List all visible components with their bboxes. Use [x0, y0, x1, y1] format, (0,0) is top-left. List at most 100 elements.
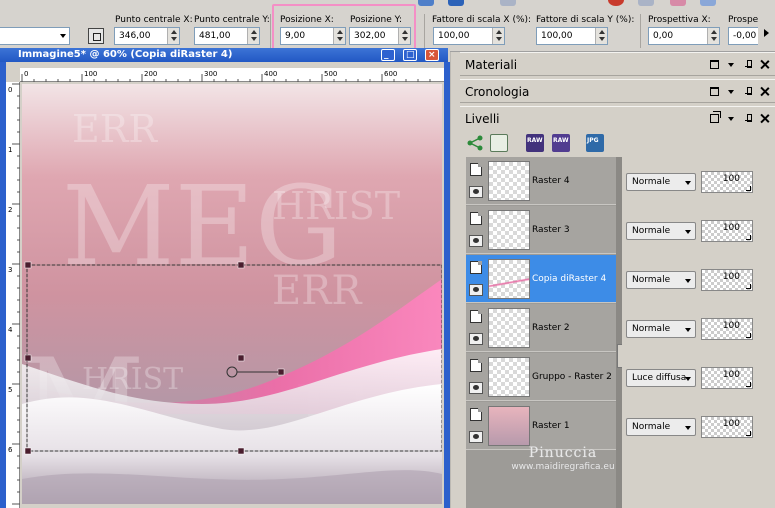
layer-type-icon	[470, 163, 482, 176]
materials-palette-header[interactable]: Materiali	[460, 52, 775, 76]
watermark-name: Pinuccia	[528, 445, 598, 461]
layer-row-selected[interactable]: Copia diRaster 4	[466, 255, 616, 303]
blend-mode-dropdown[interactable]: Normale	[626, 320, 696, 338]
eye-icon[interactable]	[469, 333, 483, 345]
close-icon[interactable]	[760, 87, 769, 96]
share-icon[interactable]	[466, 134, 484, 152]
resize-handle[interactable]	[24, 354, 32, 362]
spin-buttons[interactable]	[595, 28, 607, 44]
resize-handle[interactable]	[24, 447, 32, 455]
pin-icon[interactable]	[744, 60, 753, 69]
center-y-field[interactable]: 481,00	[194, 27, 260, 45]
opacity-field[interactable]: 100	[701, 220, 753, 242]
blend-mode-value: Normale	[632, 177, 671, 187]
layer-props-row: Normale 100	[622, 255, 775, 304]
horizontal-ruler[interactable]: 0 100 200 300 400 500 600	[20, 68, 444, 82]
layer-row[interactable]: Raster 2	[466, 304, 616, 352]
eye-icon[interactable]	[469, 186, 483, 198]
layer-row[interactable]: Gruppo - Raster 2	[466, 353, 616, 401]
anchor-icon[interactable]	[88, 28, 104, 44]
tool-icon[interactable]	[670, 0, 686, 6]
layers-palette-header[interactable]: Livelli	[460, 106, 775, 130]
eye-icon[interactable]	[469, 382, 483, 394]
history-palette-header[interactable]: Cronologia	[460, 79, 775, 103]
resize-handle[interactable]	[237, 261, 245, 269]
center-x-field[interactable]: 346,00	[114, 27, 180, 45]
jpg-icon[interactable]: JPG	[586, 134, 604, 152]
tool-icon[interactable]	[500, 0, 516, 6]
close-button[interactable]: ×	[425, 49, 439, 61]
layer-thumbnail	[488, 161, 530, 201]
chevron-down-icon	[60, 34, 66, 38]
layer-row[interactable]: Raster 1	[466, 402, 616, 450]
chevron-down-icon	[685, 426, 691, 430]
tool-icon[interactable]	[608, 0, 624, 6]
layer-mask-icon[interactable]	[490, 134, 508, 152]
pin-icon[interactable]	[744, 114, 753, 123]
maximize-icon: □	[406, 50, 415, 60]
scale-x-field[interactable]: 100,00	[433, 27, 505, 45]
eye-icon[interactable]	[469, 235, 483, 247]
minimize-button[interactable]: _	[381, 49, 395, 61]
opacity-field[interactable]: 100	[701, 269, 753, 291]
tool-icon[interactable]	[418, 0, 434, 6]
layer-toolbar: RAW RAW JPG	[460, 130, 775, 156]
raw-jpg-icon[interactable]: RAW	[526, 134, 544, 152]
blend-mode-dropdown[interactable]: Normale	[626, 271, 696, 289]
chevron-down-icon[interactable]	[728, 63, 734, 67]
chevron-right-icon[interactable]	[764, 29, 769, 37]
restore-icon[interactable]	[710, 111, 721, 123]
psp-workspace: { "toolbar": { "center_x_label": "Punto …	[0, 0, 775, 508]
spin-buttons[interactable]	[707, 28, 719, 44]
close-icon[interactable]	[760, 114, 769, 123]
tool-icon[interactable]	[700, 0, 716, 6]
blend-mode-dropdown[interactable]: Luce diffusa	[626, 369, 696, 387]
pin-icon[interactable]	[744, 87, 753, 96]
maximize-button[interactable]: □	[403, 49, 417, 61]
layer-row[interactable]: Raster 4	[466, 157, 616, 205]
maximize-icon[interactable]	[710, 87, 719, 96]
center-handle[interactable]	[237, 354, 245, 362]
preset-dropdown[interactable]	[0, 27, 70, 45]
watermark-site: www.maidiregrafica.eu	[511, 462, 615, 472]
layer-type-icon	[470, 359, 482, 372]
raw-jpg-label: RAW	[527, 137, 543, 144]
scale-y-label: Fattore di scala Y (%):	[536, 15, 635, 25]
close-icon[interactable]	[760, 60, 769, 69]
layer-props-row: Normale 100	[622, 402, 775, 451]
opacity-field[interactable]: 100	[701, 416, 753, 438]
chevron-down-icon	[685, 279, 691, 283]
ruler-ticks: 0 1 2 3 4 5 6	[8, 83, 20, 505]
opacity-value: 100	[722, 419, 740, 429]
perspective-y-field[interactable]: -0,00	[728, 27, 758, 45]
spin-buttons[interactable]	[167, 28, 179, 44]
raw-icon[interactable]: RAW	[552, 134, 570, 152]
resize-handle[interactable]	[24, 261, 32, 269]
palette-splitter[interactable]	[450, 52, 460, 508]
blend-mode-dropdown[interactable]: Normale	[626, 222, 696, 240]
vertical-ruler[interactable]: 0 1 2 3 4 5 6	[6, 82, 20, 508]
eye-icon[interactable]	[469, 284, 483, 296]
rotation-handle[interactable]	[277, 368, 285, 376]
tool-icon[interactable]	[448, 0, 464, 6]
chevron-down-icon[interactable]	[728, 90, 734, 94]
spin-buttons[interactable]	[247, 28, 259, 44]
ruler-label: 2	[8, 206, 12, 214]
center-y-value: 481,00	[199, 31, 231, 41]
blend-mode-value: Luce diffusa	[632, 373, 687, 383]
blend-mode-dropdown[interactable]: Normale	[626, 173, 696, 191]
opacity-field[interactable]: 100	[701, 318, 753, 340]
scale-y-field[interactable]: 100,00	[536, 27, 608, 45]
opacity-field[interactable]: 100	[701, 171, 753, 193]
layer-row[interactable]: Raster 3	[466, 206, 616, 254]
eye-icon[interactable]	[469, 431, 483, 443]
maximize-icon[interactable]	[710, 60, 719, 69]
image-canvas[interactable]: ERR MEG HRIST ERR HRIST M E	[22, 84, 442, 504]
opacity-field[interactable]: 100	[701, 367, 753, 389]
spin-buttons[interactable]	[492, 28, 504, 44]
perspective-x-field[interactable]: 0,00	[648, 27, 720, 45]
blend-mode-dropdown[interactable]: Normale	[626, 418, 696, 436]
resize-handle[interactable]	[237, 447, 245, 455]
tool-icon[interactable]	[638, 0, 654, 6]
chevron-down-icon[interactable]	[728, 117, 734, 121]
